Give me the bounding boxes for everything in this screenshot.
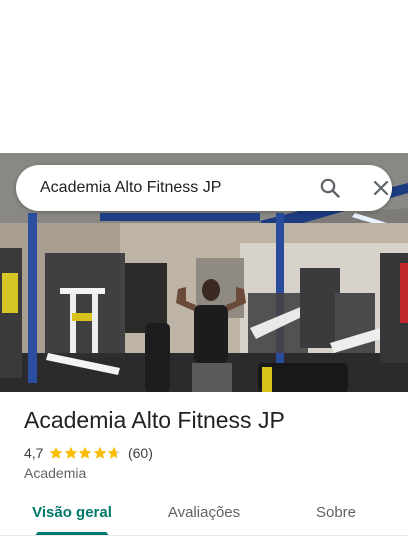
close-icon[interactable] bbox=[369, 176, 393, 200]
tab-overview[interactable]: Visão geral bbox=[24, 494, 120, 534]
star-icon bbox=[64, 446, 78, 459]
tabs-divider bbox=[0, 535, 408, 536]
search-bar[interactable]: Academia Alto Fitness JP bbox=[16, 165, 392, 211]
map-blank-area bbox=[0, 0, 408, 153]
search-icon[interactable] bbox=[318, 176, 342, 200]
tab-about[interactable]: Sobre bbox=[296, 494, 376, 534]
search-input[interactable]: Academia Alto Fitness JP bbox=[40, 165, 221, 211]
reviews-count[interactable]: (60) bbox=[128, 445, 153, 461]
star-icon bbox=[79, 446, 92, 459]
place-title: Academia Alto Fitness JP bbox=[24, 407, 285, 433]
tab-reviews[interactable]: Avaliações bbox=[152, 494, 256, 534]
star-icon bbox=[93, 446, 107, 459]
place-category[interactable]: Academia bbox=[24, 465, 86, 481]
rating-row[interactable]: 4,7 (60) bbox=[24, 444, 153, 462]
place-tabs: Visão geral Avaliações Sobre bbox=[0, 494, 408, 538]
rating-value: 4,7 bbox=[24, 445, 44, 461]
star-icon bbox=[108, 446, 121, 459]
star-rating bbox=[49, 446, 122, 460]
star-icon bbox=[50, 446, 63, 459]
